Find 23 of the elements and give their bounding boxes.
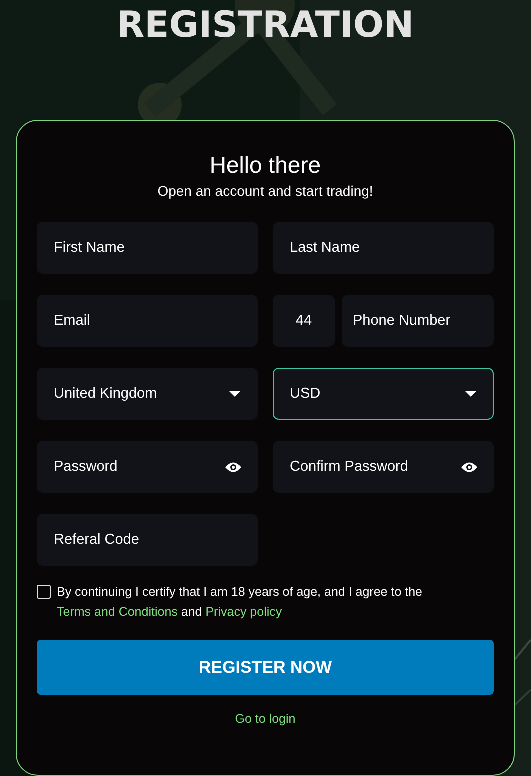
consent-text: By continuing I certify that I am 18 years of age, and I agree to the Terms and Conditions and Privacy policy xyxy=(57,584,424,621)
password-field[interactable]: Confirm Password xyxy=(273,441,494,493)
phone-field[interactable]: Phone Number xyxy=(342,295,494,347)
eye-icon[interactable] xyxy=(225,462,242,473)
input-field[interactable]: Referal Code xyxy=(37,514,258,566)
eye-icon[interactable] xyxy=(461,462,478,473)
password-field[interactable]: Password xyxy=(37,441,258,493)
input-field[interactable]: Email xyxy=(37,295,258,347)
country-code-field[interactable]: 44 xyxy=(273,295,335,347)
input-field[interactable]: Last Name xyxy=(273,222,494,274)
form-subheading: Open an account and start trading! xyxy=(158,182,374,200)
input-field[interactable]: First Name xyxy=(37,222,258,274)
caret-icon xyxy=(465,391,477,397)
page-title: REGISTRATION xyxy=(116,4,414,48)
privacy-link[interactable]: Privacy policy xyxy=(206,605,282,619)
login-link[interactable]: Go to login xyxy=(235,712,296,726)
dropdown-field[interactable]: USD xyxy=(273,368,494,420)
dropdown-field[interactable]: United Kingdom xyxy=(37,368,258,420)
caret-icon xyxy=(229,391,241,397)
register-button[interactable]: REGISTER NOW xyxy=(37,640,494,695)
form-heading: Hello there xyxy=(210,151,322,179)
checkbox[interactable] xyxy=(37,585,51,599)
terms-link[interactable]: Terms and Conditions xyxy=(57,605,178,619)
